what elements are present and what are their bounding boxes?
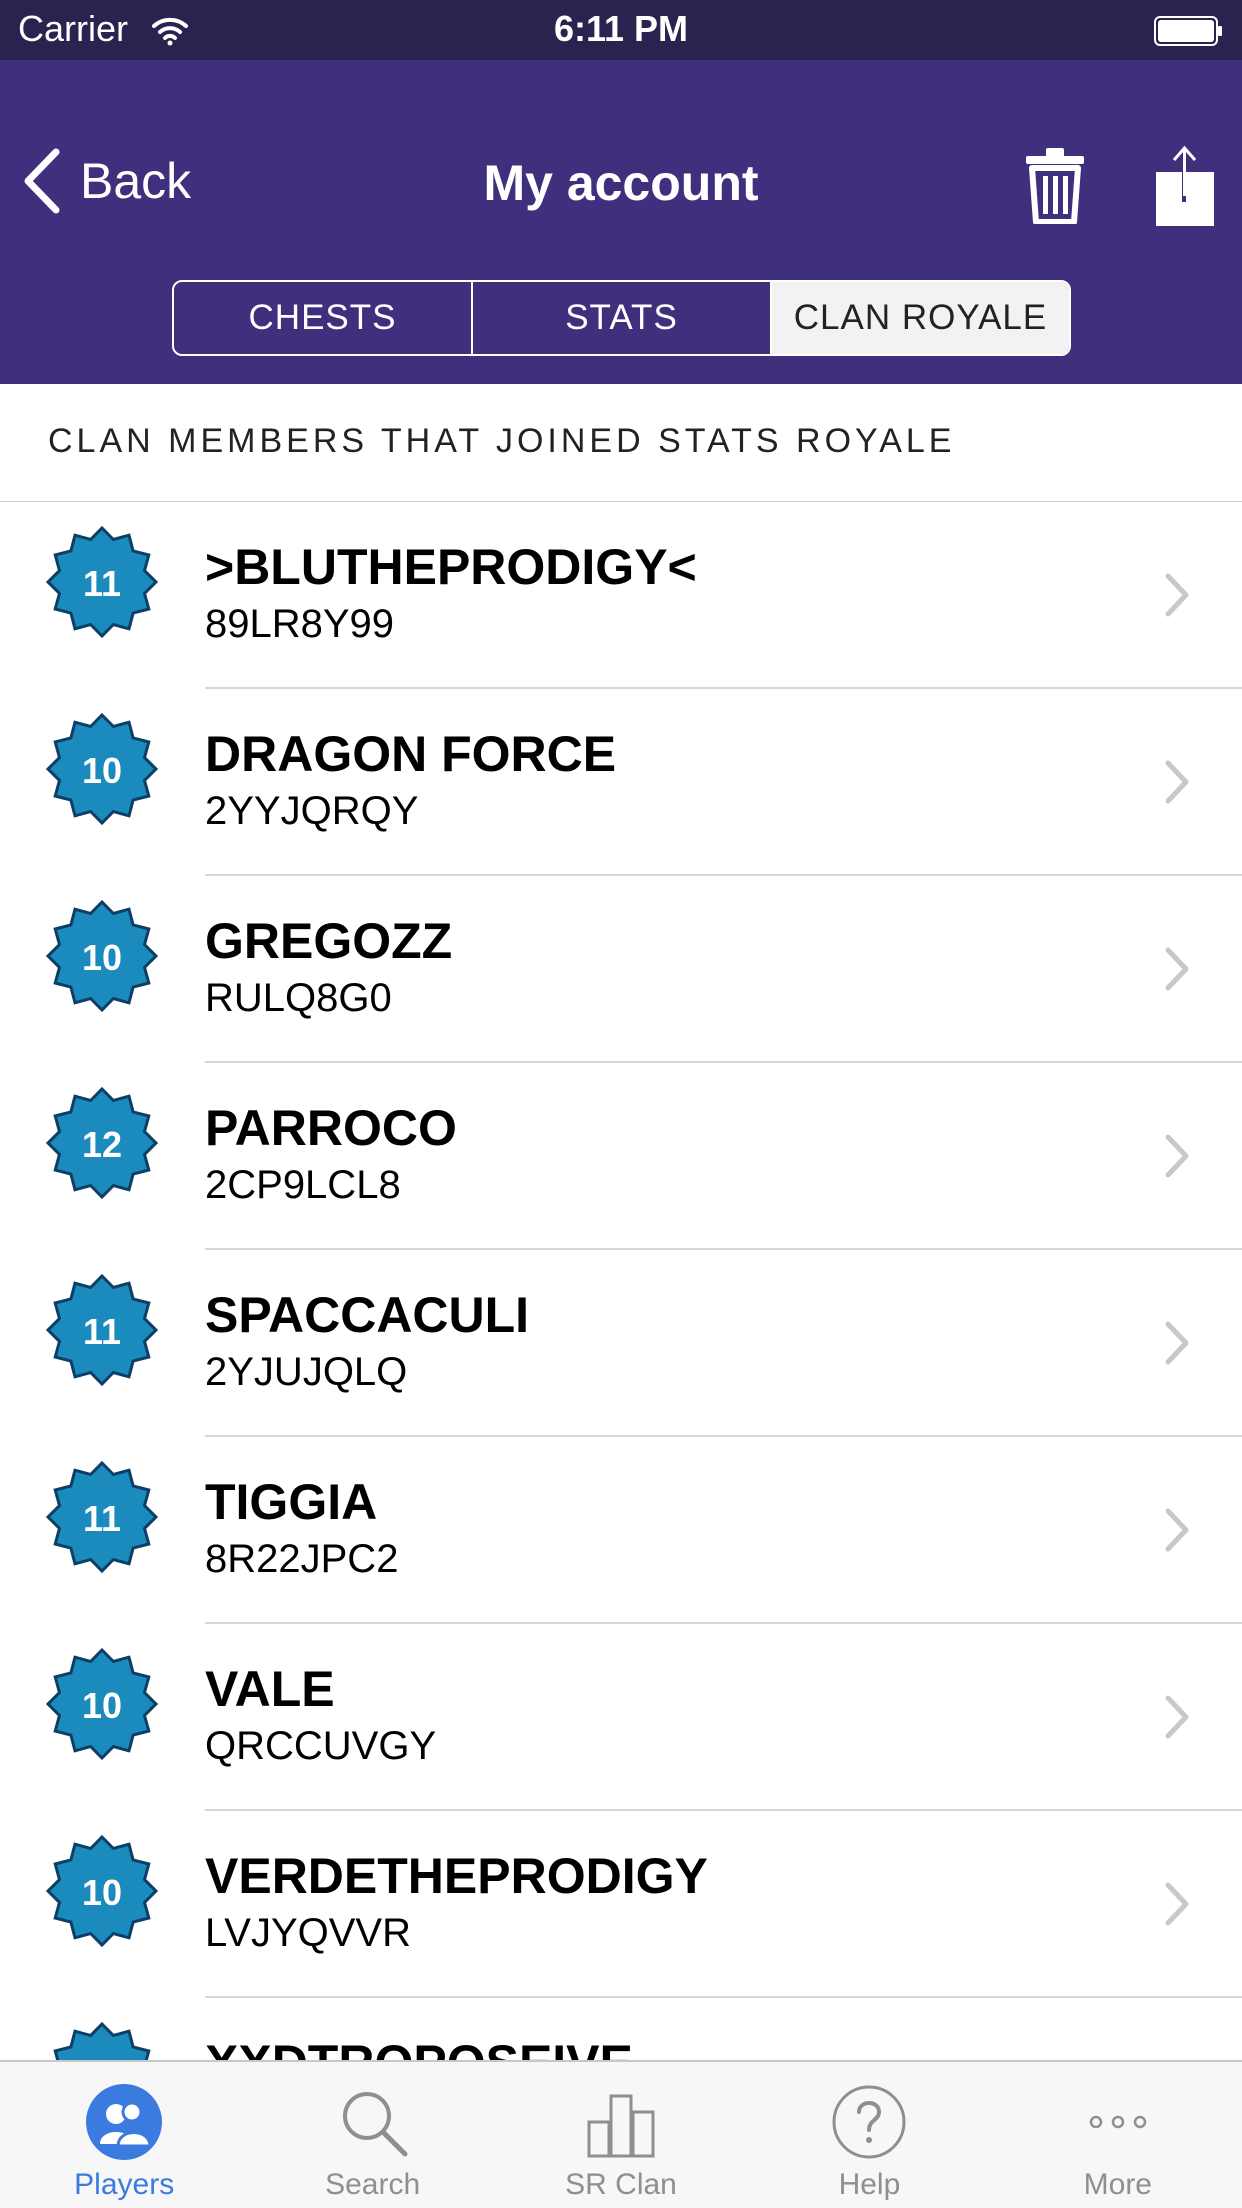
member-name: VALE <box>205 1661 335 1717</box>
member-name: TIGGIA <box>205 1474 378 1530</box>
level-badge-icon: 10 <box>46 900 158 1012</box>
battery-icon <box>1154 16 1222 46</box>
list-item[interactable]: 10 XXDTROPOSEIVE <box>0 1998 1242 2060</box>
level-badge-icon: 12 <box>46 1087 158 1199</box>
level-badge-icon: 11 <box>46 526 158 638</box>
list-item[interactable]: 10 VALE QRCCUVGY <box>0 1624 1242 1811</box>
list-item[interactable]: 10 DRAGON FORCE 2YYJQRQY <box>0 689 1242 876</box>
segment-clan-royale[interactable]: CLAN ROYALE <box>770 282 1069 354</box>
tab-label: Search <box>325 2168 421 2201</box>
list-item[interactable]: 11 SPACCACULI 2YJUJQLQ <box>0 1250 1242 1437</box>
level-number: 10 <box>82 1685 122 1726</box>
tab-label: Players <box>74 2168 175 2201</box>
players-icon <box>86 2084 163 2160</box>
tab-sr-clan[interactable]: SR Clan <box>497 2062 745 2208</box>
member-tag: 2CP9LCL8 <box>205 1163 401 1207</box>
section-header: CLAN MEMBERS THAT JOINED STATS ROYALE <box>0 384 1242 502</box>
member-tag: 8R22JPC2 <box>205 1537 399 1581</box>
member-name: GREGOZZ <box>205 913 453 969</box>
chevron-right-icon <box>1165 573 1189 617</box>
status-bar: Carrier 6:11 PM <box>0 0 1242 60</box>
list-item[interactable]: 11 TIGGIA 8R22JPC2 <box>0 1437 1242 1624</box>
member-tag: 89LR8Y99 <box>205 602 395 646</box>
status-time: 6:11 PM <box>553 8 689 49</box>
segmented-control: CHESTS STATS CLAN ROYALE <box>172 280 1071 356</box>
tab-bar: Players Search SR Clan Help More <box>0 2060 1242 2208</box>
member-name: >BLUTHEPRODIGY< <box>205 539 697 595</box>
tab-more[interactable]: More <box>994 2062 1242 2208</box>
level-number: 10 <box>82 1872 122 1913</box>
chevron-right-icon <box>1165 1882 1189 1926</box>
level-number: 10 <box>82 937 122 978</box>
chevron-right-icon <box>1165 947 1189 991</box>
level-badge-icon: 11 <box>46 1274 158 1386</box>
tab-help[interactable]: Help <box>745 2062 993 2208</box>
level-number: 11 <box>83 563 121 604</box>
search-icon <box>342 2092 408 2157</box>
tab-search[interactable]: Search <box>248 2062 496 2208</box>
member-tag: 2YJUJQLQ <box>205 1350 408 1394</box>
member-tag: RULQ8G0 <box>205 976 392 1020</box>
sr-clan-icon <box>587 2094 655 2158</box>
level-badge-icon: 10 <box>46 1648 158 1760</box>
help-icon <box>832 2085 906 2159</box>
tab-label: SR Clan <box>565 2168 677 2201</box>
list-item[interactable]: 12 PARROCO 2CP9LCL8 <box>0 1063 1242 1250</box>
member-name: VERDETHEPRODIGY <box>205 1848 708 1904</box>
member-list[interactable]: 11 >BLUTHEPRODIGY< 89LR8Y99 10 DRAGON FO… <box>0 502 1242 2060</box>
member-name: XXDTROPOSEIVE <box>205 2034 633 2060</box>
tab-label: Help <box>838 2168 901 2201</box>
member-tag: LVJYQVVR <box>205 1911 411 1955</box>
member-name: SPACCACULI <box>205 1287 530 1343</box>
level-badge-icon: 10 <box>46 1835 158 1947</box>
chevron-right-icon <box>1165 1321 1189 1365</box>
member-tag: 2YYJQRQY <box>205 789 419 833</box>
level-badge-icon: 11 <box>46 1461 158 1573</box>
share-icon[interactable] <box>1154 144 1216 226</box>
section-header-label: CLAN MEMBERS THAT JOINED STATS ROYALE <box>48 422 956 460</box>
level-number: 12 <box>82 1124 122 1165</box>
list-item[interactable]: 10 VERDETHEPRODIGY LVJYQVVR <box>0 1811 1242 1998</box>
more-icon <box>1089 2115 1147 2129</box>
level-number: 10 <box>82 750 122 791</box>
level-number: 11 <box>83 1498 121 1539</box>
tab-players[interactable]: Players <box>0 2062 248 2208</box>
chevron-right-icon <box>1165 1695 1189 1739</box>
list-item[interactable]: 11 >BLUTHEPRODIGY< 89LR8Y99 <box>0 502 1242 689</box>
tab-label: More <box>1083 2168 1152 2201</box>
list-item[interactable]: 10 GREGOZZ RULQ8G0 <box>0 876 1242 1063</box>
level-badge-icon: 10 <box>53 2022 151 2060</box>
segment-stats[interactable]: STATS <box>471 282 770 354</box>
chevron-right-icon <box>1165 1508 1189 1552</box>
trash-icon[interactable] <box>1024 148 1086 224</box>
segment-chests[interactable]: CHESTS <box>174 282 471 354</box>
member-name: DRAGON FORCE <box>205 726 617 782</box>
navigation-bar: Back My account CHESTS STATS CLAN ROYALE <box>0 60 1242 384</box>
member-name: PARROCO <box>205 1100 457 1156</box>
level-number: 11 <box>83 1311 121 1352</box>
chevron-right-icon <box>1165 1134 1189 1178</box>
chevron-right-icon <box>1165 760 1189 804</box>
member-tag: QRCCUVGY <box>205 1724 437 1768</box>
level-badge-icon: 10 <box>46 713 158 825</box>
